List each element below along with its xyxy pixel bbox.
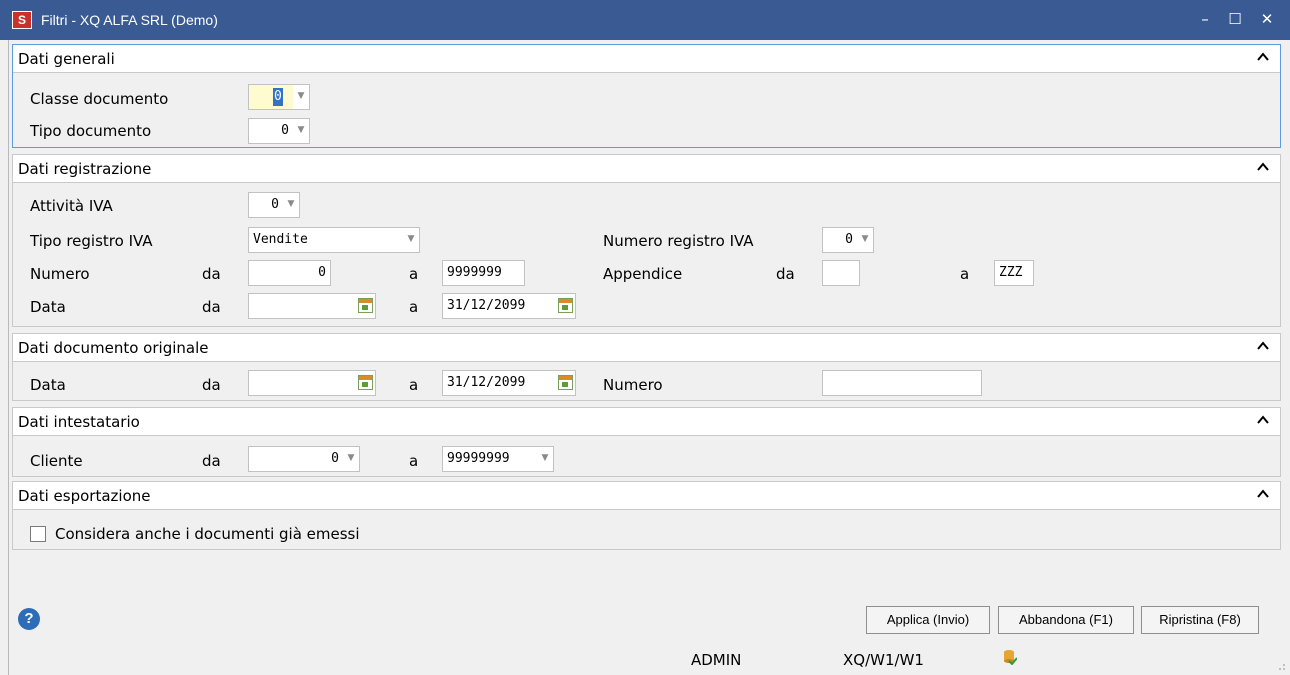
- section-title: Dati intestatario: [18, 413, 140, 431]
- attivita-iva-select[interactable]: 0 ▼: [248, 192, 300, 218]
- ripristina-button[interactable]: Ripristina (F8): [1141, 606, 1259, 634]
- selected-value: 0: [281, 123, 289, 138]
- calendar-icon[interactable]: [558, 298, 573, 313]
- data-label: Data: [30, 298, 66, 316]
- chevron-up-icon[interactable]: [1256, 339, 1270, 353]
- minimize-button[interactable]: –: [1192, 6, 1218, 32]
- data-a-input[interactable]: 31/12/2099: [442, 293, 576, 319]
- chevron-up-icon[interactable]: [1256, 160, 1270, 174]
- status-path: XQ/W1/W1: [843, 651, 924, 669]
- section-header[interactable]: Dati documento originale: [13, 334, 1280, 362]
- a-label: a: [409, 298, 419, 316]
- chevron-up-icon[interactable]: [1256, 50, 1270, 64]
- numero-label: Numero: [30, 265, 90, 283]
- tipo-registro-iva-label: Tipo registro IVA: [30, 232, 153, 250]
- cliente-label: Cliente: [30, 452, 83, 470]
- section-title: Dati generali: [18, 50, 115, 68]
- field-value: 31/12/2099: [447, 298, 526, 313]
- classe-documento-select[interactable]: 0 ▼: [248, 84, 310, 110]
- window-title: Filtri - XQ ALFA SRL (Demo): [41, 12, 218, 28]
- selected-value: 0: [273, 88, 283, 106]
- dropdown-arrow-icon[interactable]: ▼: [293, 119, 309, 143]
- chevron-up-icon[interactable]: [1256, 413, 1270, 427]
- section-dati-registrazione: Dati registrazione Attività IVA 0 ▼ Tipo…: [12, 154, 1281, 327]
- da-label: da: [202, 298, 221, 316]
- section-dati-intestatario: Dati intestatario Cliente da 0 ▼ a 99999…: [12, 407, 1281, 477]
- dropdown-arrow-icon[interactable]: ▼: [537, 447, 553, 471]
- selected-value: 0: [845, 232, 853, 247]
- data-originale-da-input[interactable]: [248, 370, 376, 396]
- dropdown-arrow-icon[interactable]: ▼: [283, 193, 299, 217]
- considera-documenti-checkbox[interactable]: [30, 526, 46, 542]
- tipo-documento-label: Tipo documento: [30, 122, 152, 140]
- cliente-da-select[interactable]: 0 ▼: [248, 446, 360, 472]
- appendice-a-input[interactable]: ZZZ: [994, 260, 1034, 286]
- appendice-da-input[interactable]: [822, 260, 860, 286]
- calendar-icon[interactable]: [358, 298, 373, 313]
- a-label: a: [409, 452, 419, 470]
- dropdown-arrow-icon[interactable]: ▼: [403, 228, 419, 252]
- chevron-up-icon[interactable]: [1256, 487, 1270, 501]
- section-dati-generali: Dati generali Classe documento 0 ▼ Tipo …: [12, 44, 1281, 148]
- section-title: Dati documento originale: [18, 339, 209, 357]
- close-button[interactable]: ✕: [1254, 6, 1280, 32]
- help-icon[interactable]: ?: [18, 608, 40, 630]
- numero-originale-input[interactable]: [822, 370, 982, 396]
- selected-value: 99999999: [447, 451, 510, 466]
- field-value: 31/12/2099: [447, 375, 526, 390]
- section-header[interactable]: Dati intestatario: [13, 408, 1280, 436]
- dropdown-arrow-icon[interactable]: ▼: [293, 85, 309, 109]
- tipo-registro-iva-select[interactable]: Vendite ▼: [248, 227, 420, 253]
- section-dati-esportazione: Dati esportazione Considera anche i docu…: [12, 481, 1281, 550]
- da-label: da: [202, 265, 221, 283]
- a-label: a: [960, 265, 970, 283]
- applica-button[interactable]: Applica (Invio): [866, 606, 990, 634]
- selected-value: Vendite: [253, 232, 308, 247]
- da-label: da: [776, 265, 795, 283]
- abbandona-button[interactable]: Abbandona (F1): [998, 606, 1134, 634]
- section-title: Dati registrazione: [18, 160, 152, 178]
- section-title: Dati esportazione: [18, 487, 151, 505]
- section-header[interactable]: Dati registrazione: [13, 155, 1280, 183]
- cliente-a-select[interactable]: 99999999 ▼: [442, 446, 554, 472]
- appendice-label: Appendice: [603, 265, 683, 283]
- app-icon: S: [12, 11, 32, 29]
- status-user: ADMIN: [691, 651, 742, 669]
- dropdown-arrow-icon[interactable]: ▼: [857, 228, 873, 252]
- a-label: a: [409, 265, 419, 283]
- attivita-iva-label: Attività IVA: [30, 197, 113, 215]
- numero-a-input[interactable]: 9999999: [442, 260, 525, 286]
- tipo-documento-select[interactable]: 0 ▼: [248, 118, 310, 144]
- da-label: da: [202, 452, 221, 470]
- numero-registro-iva-label: Numero registro IVA: [603, 232, 754, 250]
- calendar-icon[interactable]: [558, 375, 573, 390]
- section-header[interactable]: Dati generali: [13, 45, 1280, 73]
- da-label: da: [202, 376, 221, 394]
- section-dati-documento-originale: Dati documento originale Data da a 31/12…: [12, 333, 1281, 401]
- numero-label: Numero: [603, 376, 663, 394]
- classe-documento-label: Classe documento: [30, 90, 169, 108]
- calendar-icon[interactable]: [358, 375, 373, 390]
- database-check-icon: [1004, 650, 1017, 665]
- data-da-input[interactable]: [248, 293, 376, 319]
- numero-da-input[interactable]: 0: [248, 260, 331, 286]
- title-bar: S Filtri - XQ ALFA SRL (Demo) – ☐ ✕: [0, 0, 1290, 40]
- dropdown-arrow-icon[interactable]: ▼: [343, 447, 359, 471]
- data-label: Data: [30, 376, 66, 394]
- maximize-button[interactable]: ☐: [1222, 6, 1248, 32]
- resize-grip-icon[interactable]: [1276, 661, 1286, 671]
- data-originale-a-input[interactable]: 31/12/2099: [442, 370, 576, 396]
- numero-registro-iva-select[interactable]: 0 ▼: [822, 227, 874, 253]
- selected-value: 0: [271, 197, 279, 212]
- a-label: a: [409, 376, 419, 394]
- section-header[interactable]: Dati esportazione: [13, 482, 1280, 510]
- considera-documenti-label: Considera anche i documenti già emessi: [55, 525, 360, 543]
- selected-value: 0: [331, 451, 339, 466]
